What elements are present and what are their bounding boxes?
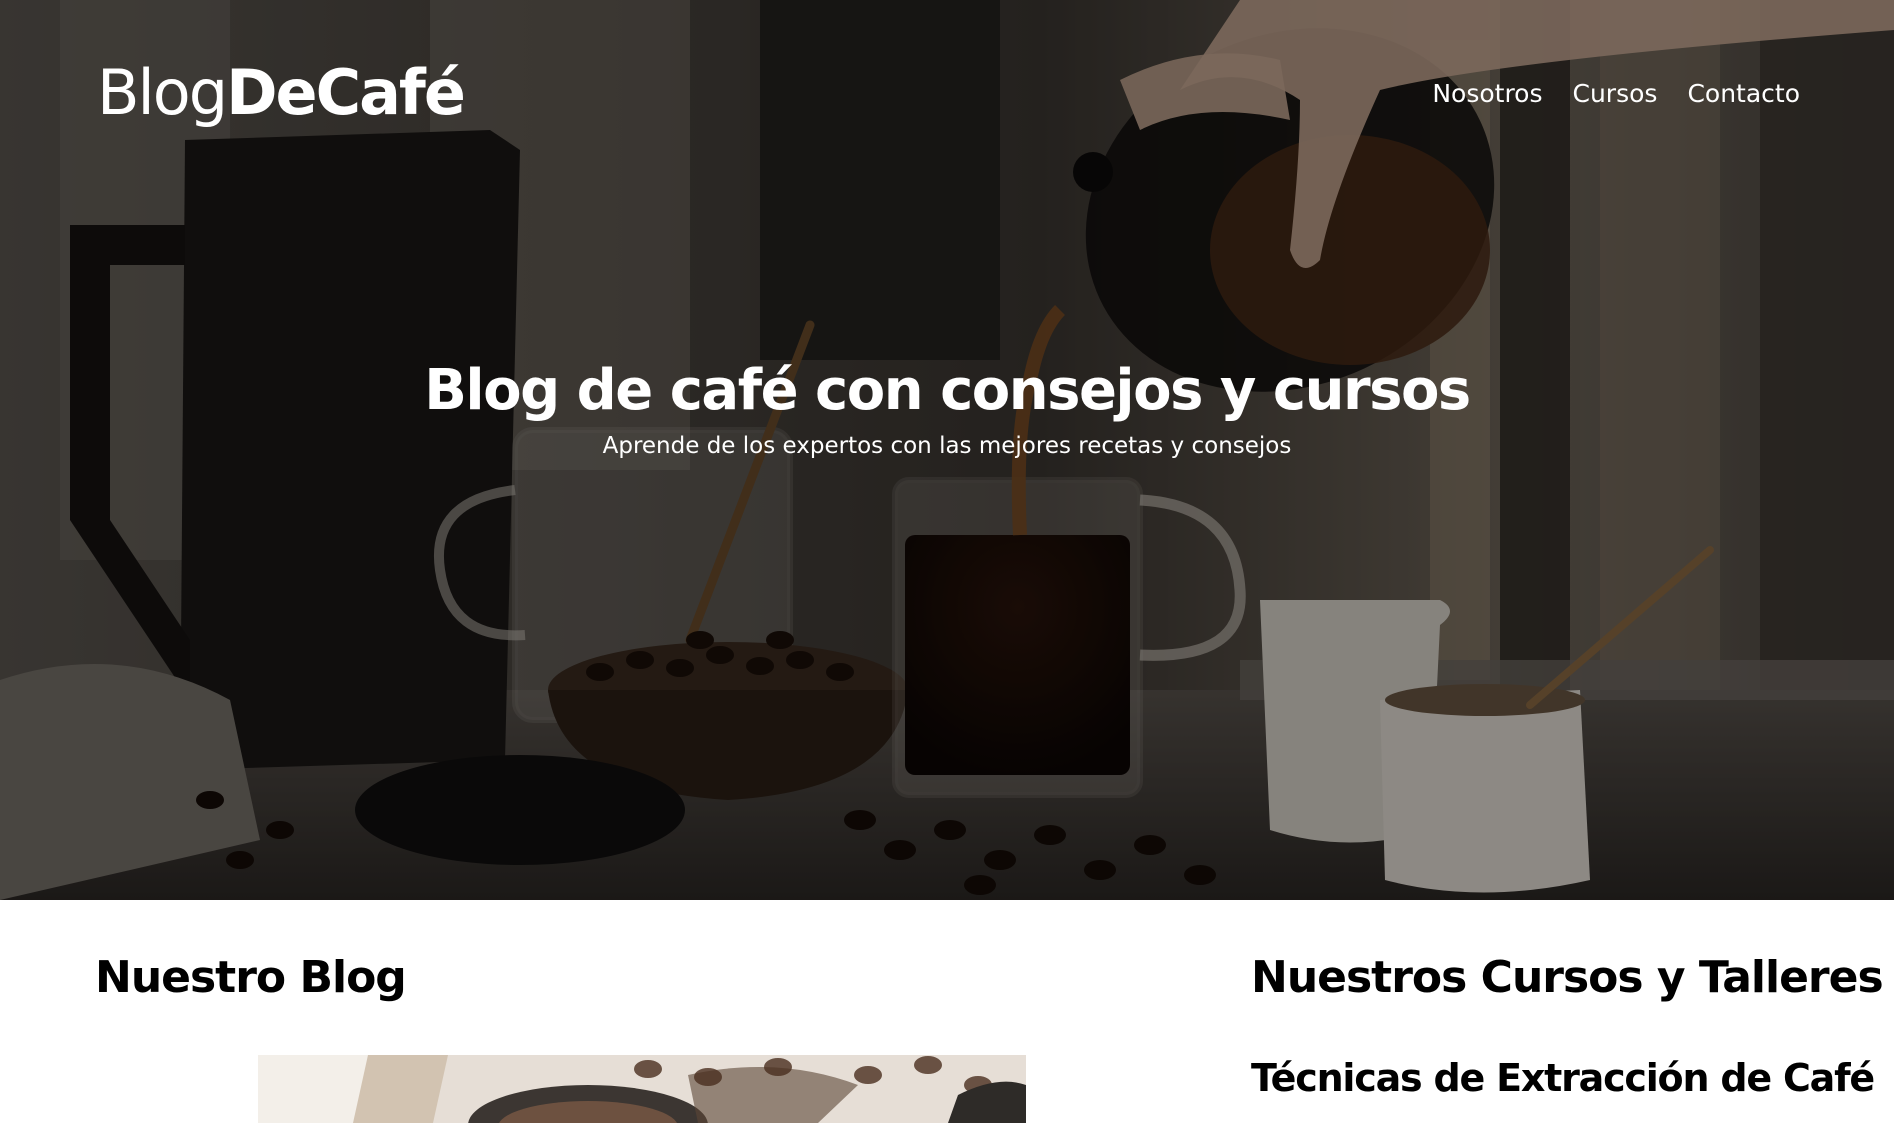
course-item-title[interactable]: Técnicas de Extracción de Café [1251, 1054, 1875, 1102]
logo-bold-text: DeCafé [226, 56, 466, 129]
nav-link-nosotros[interactable]: Nosotros [1432, 79, 1542, 108]
courses-heading: Nuestros Cursos y Talleres [1251, 952, 1884, 1003]
hero-title: Blog de café con consejos y cursos [424, 358, 1471, 423]
main-navigation: Nosotros Cursos Contacto [1432, 79, 1800, 108]
blog-post-photo [258, 1055, 1026, 1123]
hero-subtitle: Aprende de los expertos con las mejores … [602, 433, 1292, 459]
nav-link-contacto[interactable]: Contacto [1687, 79, 1800, 108]
blog-heading: Nuestro Blog [95, 952, 407, 1003]
main-content: Nuestro Blog Nuestros Cursos y Talleres … [0, 900, 1894, 1123]
hero-text-block: Blog de café con consejos y cursos Apren… [0, 355, 1894, 461]
blog-section: Nuestro Blog [95, 900, 1155, 1123]
site-logo[interactable]: BlogDeCafé [97, 62, 466, 124]
nav-link-cursos[interactable]: Cursos [1573, 79, 1658, 108]
blog-post-image[interactable] [258, 1055, 1026, 1123]
site-header: BlogDeCafé Nosotros Cursos Contacto [97, 48, 1800, 138]
hero-section: BlogDeCafé Nosotros Cursos Contacto Blog… [0, 0, 1894, 900]
courses-section: Nuestros Cursos y Talleres Técnicas de E… [1251, 900, 1884, 1123]
logo-light-text: Blog [97, 56, 228, 129]
